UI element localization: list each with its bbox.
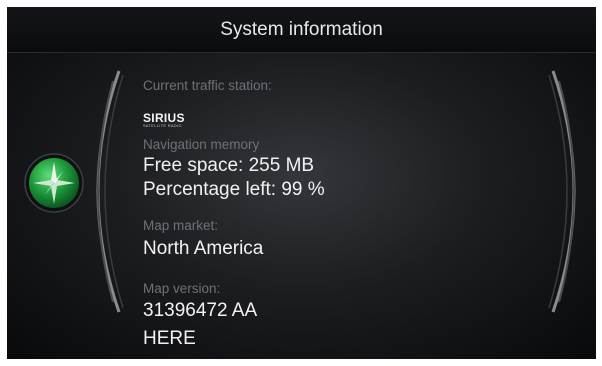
map-version-label: Map version: — [143, 281, 221, 296]
header-bar: System information — [7, 7, 596, 53]
map-market-value: North America — [143, 238, 264, 259]
traffic-station-label: Current traffic station: — [143, 78, 272, 93]
left-bezel-arc — [96, 70, 124, 313]
sirius-logo-text: SIRIUS — [143, 111, 185, 125]
compass-icon — [24, 153, 84, 213]
percentage-left-value: Percentage left: 99 % — [143, 179, 325, 200]
map-provider-value: HERE — [143, 328, 196, 349]
map-market-label: Map market: — [143, 218, 219, 233]
sirius-logo-subtext: SATELLITE RADIO — [143, 124, 182, 128]
free-space-value: Free space: 255 MB — [143, 155, 315, 176]
navigation-memory-label: Navigation memory — [143, 137, 260, 152]
compass-button[interactable] — [24, 153, 84, 213]
page-title: System information — [220, 19, 383, 40]
sirius-logo: SIRIUS SATELLITE RADIO — [143, 112, 185, 129]
system-information-screen: System information Current traffic stati… — [7, 7, 596, 359]
map-version-value: 31396472 AA — [143, 300, 258, 321]
right-bezel-arc — [548, 70, 576, 313]
